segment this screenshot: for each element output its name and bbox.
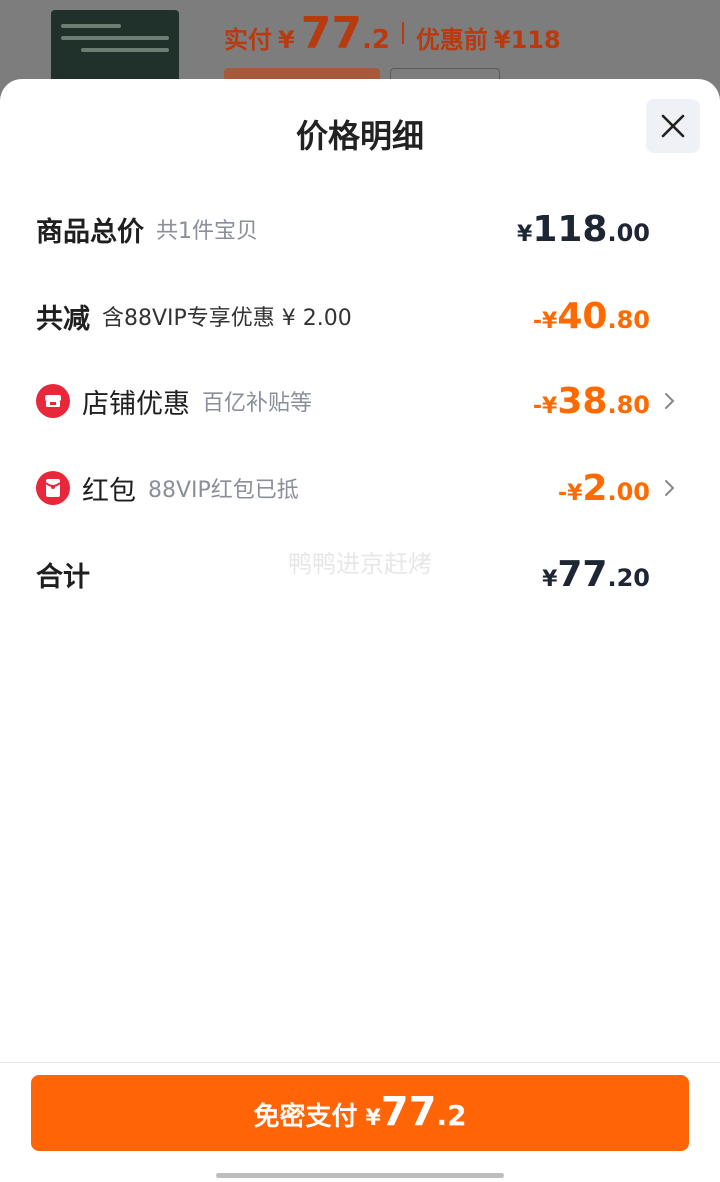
store-icon <box>36 384 70 418</box>
row-red-packet[interactable]: 红包 88VIP红包已抵 -¥ 2.00 <box>36 467 680 509</box>
home-indicator <box>216 1173 504 1178</box>
total-discount-amount: -¥ 40.80 <box>532 295 650 337</box>
sheet-title: 价格明细 <box>295 117 424 155</box>
close-icon <box>661 114 685 138</box>
background-price: 实付 ¥ 77 .2 优惠前 ¥118 <box>224 8 561 59</box>
close-button[interactable] <box>646 99 700 153</box>
red-packet-amount: -¥ 2.00 <box>557 467 650 509</box>
row-label: 店铺优惠 <box>82 388 190 420</box>
goods-total-amount: ¥118.00 <box>517 208 650 250</box>
row-sub: 百亿补贴等 <box>202 391 313 416</box>
row-goods-total: 商品总价 共1件宝贝 ¥118.00 <box>36 208 680 250</box>
store-discount-amount: -¥ 38.80 <box>532 380 650 422</box>
chevron-right-icon <box>660 479 680 497</box>
chevron-right-icon <box>660 392 680 410</box>
row-sub: 共1件宝贝 <box>156 219 258 244</box>
price-detail-sheet: 价格明细 商品总价 共1件宝贝 ¥118.00 共减 含88VIP专享优惠 ¥ … <box>0 79 720 1182</box>
row-total-discount: 共减 含88VIP专享优惠 ¥ 2.00 -¥ 40.80 <box>36 295 680 337</box>
divider <box>0 1062 720 1063</box>
watermark: 鸭鸭进京赶烤 <box>288 550 432 578</box>
red-packet-icon <box>36 471 70 505</box>
product-thumbnail <box>51 10 179 90</box>
pay-button-label: 免密支付 <box>253 1102 358 1132</box>
row-sub: 88VIP红包已抵 <box>148 478 299 503</box>
row-label: 商品总价 <box>36 216 144 248</box>
pay-button[interactable]: 免密支付 ¥ 77 .2 <box>31 1075 689 1151</box>
row-store-discount[interactable]: 店铺优惠 百亿补贴等 -¥ 38.80 <box>36 380 680 422</box>
row-label: 红包 <box>82 475 136 507</box>
row-sub: 含88VIP专享优惠 ¥ 2.00 <box>102 306 352 331</box>
row-label: 共减 <box>36 303 90 335</box>
